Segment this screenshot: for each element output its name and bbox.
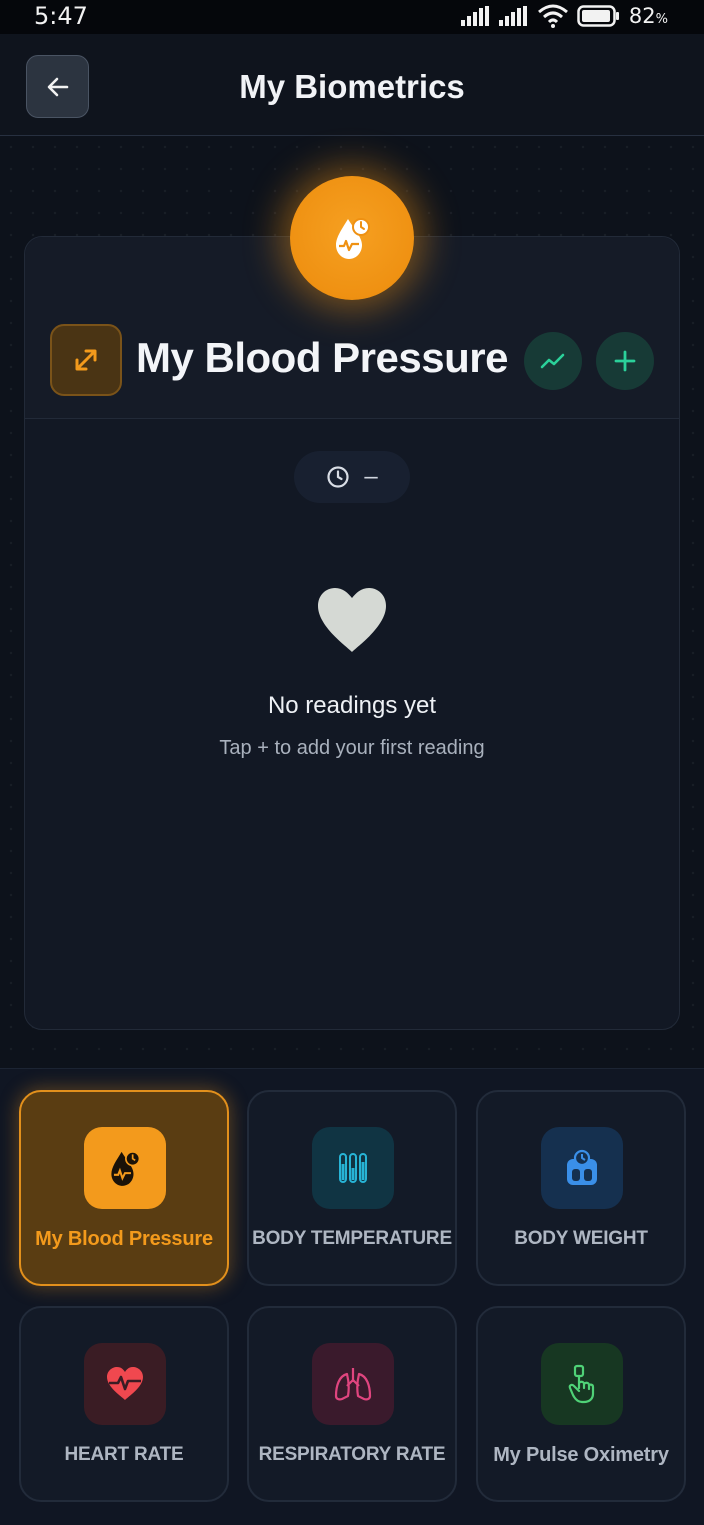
tile-icon-bg xyxy=(312,1343,394,1425)
tile-label: My Blood Pressure xyxy=(35,1228,213,1250)
tile-icon-bg xyxy=(312,1127,394,1209)
battery-percent: 82% xyxy=(628,4,668,28)
tile-body-temperature[interactable]: BODY TEMPERATURE xyxy=(247,1090,457,1286)
finger-oximeter-icon xyxy=(568,1364,595,1404)
tile-label: RESPIRATORY RATE xyxy=(258,1444,446,1465)
thermometer-icon xyxy=(339,1153,367,1183)
tile-blood-pressure[interactable]: My Blood Pressure xyxy=(19,1090,229,1286)
status-time: 5:47 xyxy=(34,2,88,30)
lungs-icon xyxy=(334,1368,372,1401)
clock-icon xyxy=(327,466,349,488)
tile-label: BODY TEMPERATURE xyxy=(252,1228,452,1249)
tile-respiratory-rate[interactable]: RESPIRATORY RATE xyxy=(247,1306,457,1502)
expand-arrows-icon xyxy=(75,349,97,371)
signal-icon xyxy=(460,6,489,26)
header: My Biometrics xyxy=(0,34,704,136)
battery-icon xyxy=(577,5,619,27)
biometric-selector: My Blood Pressure BODY TEMPERATURE BODY … xyxy=(0,1068,704,1525)
tile-body-weight[interactable]: BODY WEIGHT xyxy=(476,1090,686,1286)
status-bar: 5:47 82% xyxy=(0,0,704,34)
time-range-chip[interactable]: – xyxy=(294,451,410,503)
empty-state-title: No readings yet xyxy=(267,692,437,719)
trend-button[interactable] xyxy=(524,332,582,390)
expand-button[interactable] xyxy=(50,324,122,396)
time-range-value: – xyxy=(364,463,378,490)
scale-icon xyxy=(567,1149,597,1185)
tile-pulse-oximetry[interactable]: My Pulse Oximetry xyxy=(476,1306,686,1502)
plus-icon xyxy=(614,350,636,372)
tile-icon-bg xyxy=(84,1127,166,1209)
heart-icon xyxy=(318,588,386,652)
tile-icon-bg xyxy=(541,1127,623,1209)
heart-pulse-icon xyxy=(107,1367,143,1400)
trend-up-icon xyxy=(540,353,565,369)
tile-label: My Pulse Oximetry xyxy=(493,1444,669,1466)
wifi-icon xyxy=(537,4,568,28)
tile-label: HEART RATE xyxy=(64,1444,184,1465)
empty-state-subtitle: Tap + to add your first reading xyxy=(219,737,485,759)
tile-icon-bg xyxy=(84,1343,166,1425)
card-title: My Blood Pressure xyxy=(136,334,508,381)
tile-label: BODY WEIGHT xyxy=(514,1228,648,1249)
tile-heart-rate[interactable]: HEART RATE xyxy=(19,1306,229,1502)
status-indicators: 82% xyxy=(460,2,668,30)
blood-pressure-drop-icon xyxy=(111,1151,141,1186)
blood-pressure-drop-icon xyxy=(336,218,370,259)
page-title: My Biometrics xyxy=(239,68,465,105)
tile-icon-bg xyxy=(541,1343,623,1425)
card-hero-badge xyxy=(290,176,414,300)
add-reading-button[interactable] xyxy=(596,332,654,390)
signal-icon-2 xyxy=(498,6,527,26)
